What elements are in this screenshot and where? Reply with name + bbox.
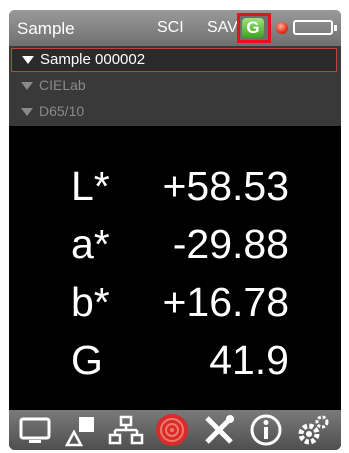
- measurement-values: L* +58.53 a* -29.88 b* +16.78 G 41.9: [9, 135, 341, 405]
- shapes-icon[interactable]: [61, 412, 101, 448]
- tree-row-sample[interactable]: Sample 000002: [11, 48, 337, 72]
- measurement-value: +58.53: [162, 163, 289, 209]
- gloss-g-icon[interactable]: G: [242, 18, 264, 38]
- tree-row-label: D65/10: [39, 103, 85, 119]
- measurement-value: 41.9: [209, 337, 289, 383]
- expand-triangle-icon: [21, 108, 33, 116]
- expand-triangle-icon: [22, 56, 34, 64]
- measurement-value: -29.88: [172, 221, 289, 267]
- tree-row-label: Sample 000002: [40, 51, 146, 68]
- status-bar: Sample SCI SAV G: [9, 10, 341, 46]
- monitor-icon[interactable]: [15, 412, 55, 448]
- measurement-row-b: b* +16.78: [9, 279, 341, 339]
- settings-icon[interactable]: [293, 412, 333, 448]
- battery-icon: [293, 20, 337, 35]
- expand-triangle-icon: [21, 82, 33, 90]
- measurement-value: +16.78: [162, 279, 289, 325]
- measurement-key: G: [71, 337, 103, 383]
- measurement-key: L*: [71, 163, 110, 209]
- hierarchy-icon[interactable]: [106, 412, 146, 448]
- measurement-row-l: L* +58.53: [9, 163, 341, 223]
- mode-indicator: SCI: [157, 19, 184, 36]
- measurement-key: b*: [71, 279, 110, 325]
- target-icon[interactable]: [152, 412, 192, 448]
- tree-panel: Sample 000002 CIELab D65/10: [9, 46, 341, 126]
- screen-title: Sample: [17, 19, 75, 38]
- tree-row-label: CIELab: [39, 77, 86, 93]
- status-dot-icon: [276, 22, 288, 34]
- tree-row-colorspace[interactable]: CIELab: [11, 74, 337, 98]
- measurement-row-gloss: G 41.9: [9, 337, 341, 397]
- measurement-key: a*: [71, 221, 110, 267]
- tree-row-illuminant[interactable]: D65/10: [11, 100, 337, 124]
- instrument-screen: Sample SCI SAV G Sample 000002 CIELab D6…: [9, 10, 341, 450]
- info-icon[interactable]: [246, 412, 286, 448]
- bottom-toolbar: [9, 410, 341, 450]
- measurement-row-a: a* -29.88: [9, 221, 341, 281]
- tools-icon[interactable]: [200, 412, 240, 448]
- save-indicator: SAV: [207, 19, 238, 36]
